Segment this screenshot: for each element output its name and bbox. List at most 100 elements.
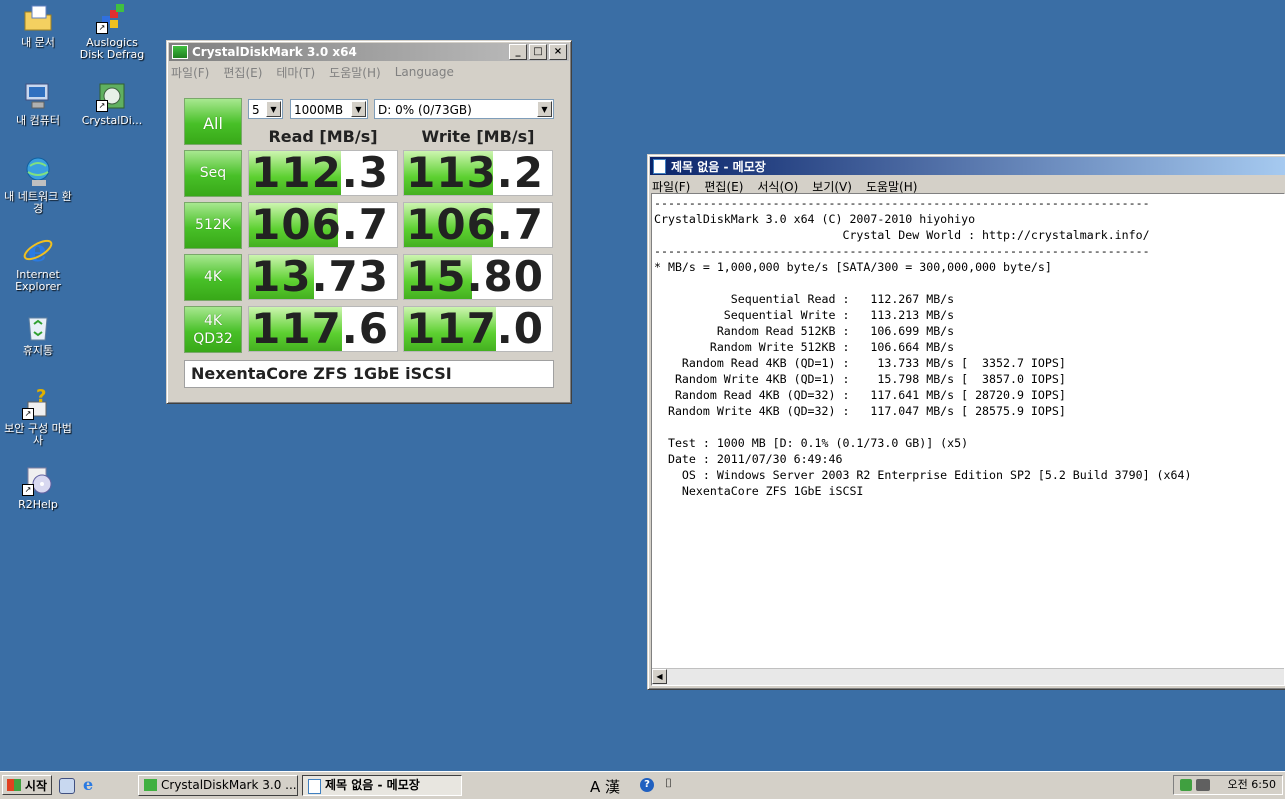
network-tray-icon[interactable] — [1180, 779, 1192, 791]
desktop-icon-label: 보안 구성 마법사 — [4, 422, 72, 447]
menu-format[interactable]: 서식(O) — [757, 178, 798, 195]
seq-read-value: 112.3 — [251, 150, 389, 196]
desktop-icon-label: Auslogics Disk Defrag — [79, 36, 145, 61]
notepad-window: 제목 없음 - 메모장 파일(F) 편집(E) 서식(O) 보기(V) 도움말(… — [647, 154, 1285, 690]
desktop-icon-network[interactable]: 내 네트워크 환경 — [0, 156, 76, 215]
4k-write-value: 15.80 — [406, 254, 544, 300]
drive-value: D: 0% (0/73GB) — [378, 103, 472, 117]
desktop-icon-r2help[interactable]: ↗ R2Help — [0, 464, 76, 511]
512k-write-value: 106.7 — [406, 202, 544, 248]
desktop-icon-my-computer[interactable]: 내 컴퓨터 — [0, 80, 76, 127]
horizontal-scrollbar[interactable]: ◀ — [652, 668, 1284, 685]
task-crystaldiskmark[interactable]: CrystalDiskMark 3.0 ... — [138, 775, 298, 796]
start-label: 시작 — [24, 779, 47, 793]
menu-view[interactable]: 보기(V) — [812, 178, 852, 195]
clock: 오전 6:50 — [1227, 778, 1276, 791]
svg-text:?: ? — [36, 388, 46, 407]
minimize-button[interactable]: _ — [509, 44, 527, 60]
write-header: Write [MB/s] — [421, 127, 535, 146]
recycle-bin-icon — [22, 310, 54, 342]
maximize-button[interactable]: □ — [529, 44, 547, 60]
cdm-app-icon — [172, 45, 188, 59]
cdm-menubar: 파일(F) 편집(E) 테마(T) 도움말(H) Language — [167, 63, 571, 81]
desktop-icon-auslogics[interactable]: ↗ Auslogics Disk Defrag — [74, 2, 150, 61]
desktop-icon-label: 내 컴퓨터 — [16, 114, 60, 127]
disk-info-icon: ↗ — [96, 80, 128, 112]
menu-edit[interactable]: 편집(E) — [223, 64, 262, 81]
desktop-icon-recycle-bin[interactable]: 휴지통 — [0, 310, 76, 357]
folder-icon — [22, 2, 54, 34]
cdm-titlebar[interactable]: CrystalDiskMark 3.0 x64 _ □ × — [169, 43, 569, 61]
chevron-down-icon: ▼ — [537, 101, 552, 117]
count-value: 5 — [252, 103, 260, 117]
comment-field[interactable]: NexentaCore ZFS 1GbE iSCSI — [184, 360, 554, 388]
notepad-text-area[interactable]: ----------------------------------------… — [651, 193, 1285, 686]
desktop-icon-ie[interactable]: e Internet Explorer — [0, 234, 76, 293]
desktop-icon-crystaldiskinfo[interactable]: ↗ CrystalDi... — [74, 80, 150, 127]
notepad-text: ----------------------------------------… — [654, 196, 1192, 498]
shortcut-arrow-icon: ↗ — [22, 484, 34, 496]
menu-file[interactable]: 파일(F) — [171, 64, 209, 81]
close-button[interactable]: × — [549, 44, 567, 60]
seq-write-cell: 113.2 — [403, 150, 553, 196]
4k-label: 4K — [203, 269, 223, 285]
shortcut-arrow-icon: ↗ — [22, 408, 34, 420]
notepad-title: 제목 없음 - 메모장 — [671, 159, 766, 174]
512k-button[interactable]: 512K — [184, 202, 242, 249]
network-icon — [22, 156, 54, 188]
seq-write-value: 113.2 — [406, 150, 544, 196]
4k-qd32-sublabel: QD32 — [193, 331, 233, 347]
menu-edit[interactable]: 편집(E) — [704, 178, 743, 195]
help-icon[interactable]: ? — [640, 778, 654, 792]
size-value: 1000MB — [294, 103, 344, 117]
chevron-down-icon: ▼ — [266, 101, 281, 117]
menu-help[interactable]: 도움말(H) — [866, 178, 918, 195]
notepad-task-icon — [308, 779, 321, 794]
notepad-app-icon — [653, 158, 666, 174]
taskbar: 시작 e CrystalDiskMark 3.0 ... 제목 없음 - 메모장… — [0, 771, 1285, 799]
defrag-icon: ↗ — [96, 2, 128, 34]
4k-button[interactable]: 4K — [184, 254, 242, 301]
desktop-icon-label: 휴지통 — [22, 344, 54, 357]
count-select[interactable]: 5 ▼ — [248, 99, 283, 119]
size-select[interactable]: 1000MB ▼ — [290, 99, 368, 119]
computer-icon — [22, 80, 54, 112]
4k-read-cell: 13.73 — [248, 254, 398, 300]
512k-read-value: 106.7 — [251, 202, 389, 248]
seq-label: Seq — [199, 165, 227, 181]
ie-quicklaunch-icon[interactable]: e — [83, 775, 93, 794]
chevron-down-icon: ▼ — [351, 101, 366, 117]
task-notepad[interactable]: 제목 없음 - 메모장 — [302, 775, 462, 796]
cdm-title: CrystalDiskMark 3.0 x64 — [192, 45, 357, 59]
all-label: All — [203, 114, 223, 133]
system-tray: 오전 6:50 — [1173, 775, 1283, 795]
menu-theme[interactable]: 테마(T) — [276, 64, 315, 81]
vm-tray-icon[interactable] — [1196, 779, 1210, 791]
task-label: 제목 없음 - 메모장 — [325, 778, 420, 792]
seq-button[interactable]: Seq — [184, 150, 242, 197]
desktop-icon-security-wizard[interactable]: ? ↗ 보안 구성 마법사 — [0, 386, 76, 447]
desktop-icon-my-documents[interactable]: 내 문서 — [0, 2, 76, 49]
help-cd-icon: ↗ — [22, 464, 54, 496]
show-desktop-icon[interactable] — [59, 778, 75, 794]
ime-indicator[interactable]: A 漢 — [590, 776, 620, 797]
menu-help[interactable]: 도움말(H) — [329, 64, 381, 81]
svg-text:e: e — [28, 234, 47, 266]
drive-select[interactable]: D: 0% (0/73GB) ▼ — [374, 99, 554, 119]
4k-qd32-button[interactable]: 4K QD32 — [184, 306, 242, 353]
4k-qd32-write-cell: 117.0 — [403, 306, 553, 352]
start-button[interactable]: 시작 — [2, 775, 52, 795]
cdm-task-icon — [144, 779, 157, 791]
desktop-icon-label: CrystalDi... — [81, 114, 143, 127]
shortcut-arrow-icon: ↗ — [96, 22, 108, 34]
512k-write-cell: 106.7 — [403, 202, 553, 248]
task-label: CrystalDiskMark 3.0 ... — [161, 778, 297, 792]
scroll-left-arrow-icon[interactable]: ◀ — [652, 669, 667, 684]
menu-language[interactable]: Language — [395, 65, 454, 79]
ime-toolbar-icon[interactable]: ⌷ — [665, 776, 672, 791]
read-header: Read [MB/s] — [268, 127, 378, 146]
menu-file[interactable]: 파일(F) — [652, 178, 690, 195]
notepad-titlebar[interactable]: 제목 없음 - 메모장 — [650, 157, 1285, 175]
crystaldiskmark-window: CrystalDiskMark 3.0 x64 _ □ × 파일(F) 편집(E… — [166, 40, 572, 404]
all-button[interactable]: All — [184, 98, 242, 145]
